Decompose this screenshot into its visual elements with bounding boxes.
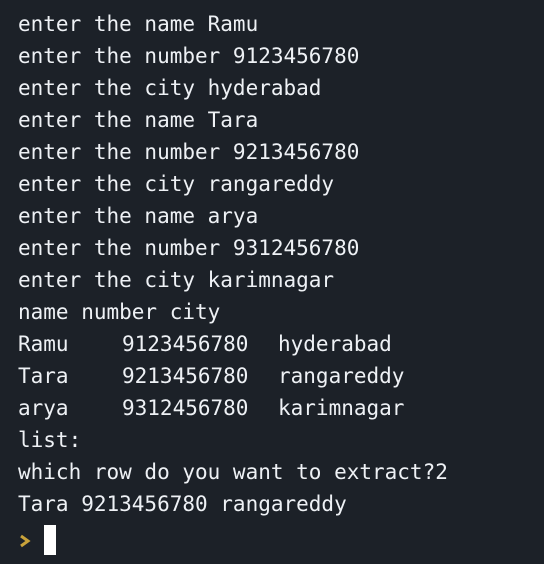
- output-line: Tara 9213456780 rangareddy: [18, 492, 347, 516]
- chevron-right-icon: [18, 533, 32, 548]
- output-line: enter the city hyderabad: [18, 76, 322, 100]
- output-line: enter the name arya: [18, 204, 259, 228]
- output-line: enter the number 9312456780: [18, 236, 360, 260]
- table-cell-city: rangareddy: [278, 364, 405, 388]
- table-cell-number: 9213456780: [122, 364, 249, 388]
- table-cell-name: Tara: [18, 364, 69, 388]
- text-cursor[interactable]: [44, 525, 56, 555]
- terminal-output[interactable]: enter the name Ramu enter the number 912…: [0, 0, 544, 564]
- output-line: list:: [18, 428, 82, 452]
- table-cell-name: Ramu: [18, 332, 69, 356]
- output-line: enter the city karimnagar: [18, 268, 335, 292]
- output-line: which row do you want to extract?2: [18, 460, 448, 484]
- table-cell-number: 9312456780: [122, 396, 249, 420]
- output-line: enter the number 9213456780: [18, 140, 360, 164]
- output-line: enter the name Ramu: [18, 12, 259, 36]
- output-line: enter the number 9123456780: [18, 44, 360, 68]
- output-line: enter the city rangareddy: [18, 172, 335, 196]
- table-row: Ramu 9123456780 hyderabad: [18, 328, 544, 360]
- table-cell-number: 9123456780: [122, 332, 249, 356]
- table-header-line: name number city: [18, 300, 221, 324]
- table-row: arya 9312456780 karimnagar: [18, 392, 544, 424]
- table-cell-city: karimnagar: [278, 396, 405, 420]
- output-line: enter the name Tara: [18, 108, 259, 132]
- table-cell-city: hyderabad: [278, 332, 392, 356]
- input-prompt[interactable]: [18, 520, 544, 560]
- table-row: Tara 9213456780 rangareddy: [18, 360, 544, 392]
- table-cell-name: arya: [18, 396, 69, 420]
